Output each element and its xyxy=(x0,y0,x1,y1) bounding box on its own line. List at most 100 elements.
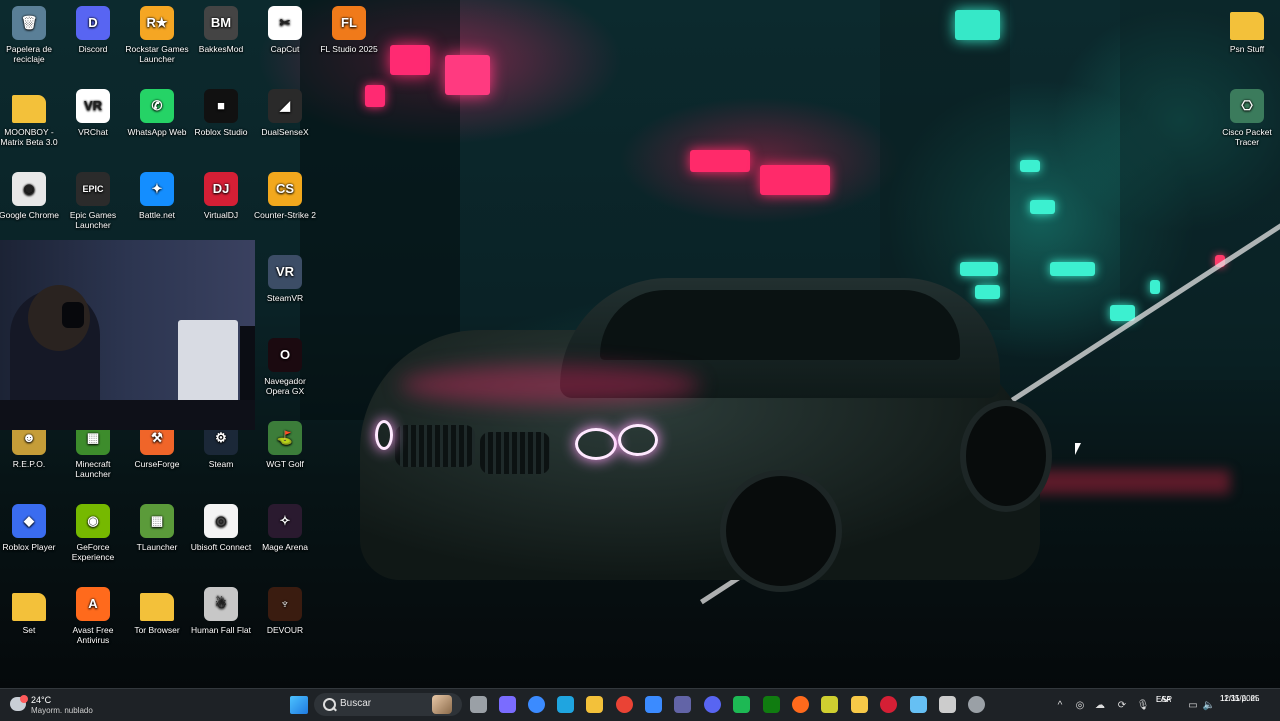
tray-app-icon[interactable]: ◎ xyxy=(1070,695,1090,715)
tray-sync-icon[interactable]: ⟳ xyxy=(1112,695,1132,715)
desktop-icon[interactable]: A Avast Free Antivirus xyxy=(61,587,125,645)
desktop-icon[interactable]: ◆ Roblox Player xyxy=(0,504,61,552)
winrar-icon[interactable] xyxy=(880,696,897,713)
teams-icon[interactable] xyxy=(674,696,691,713)
desktop-icon[interactable]: Tor Browser xyxy=(125,587,189,635)
widgets-icon[interactable] xyxy=(528,696,545,713)
folder-icon xyxy=(12,95,46,123)
desktop-icon-label: WhatsApp Web xyxy=(127,127,187,137)
ubisoft-icon: ◎ xyxy=(204,504,238,538)
desktop-icon[interactable]: D Discord xyxy=(61,6,125,54)
roblox-studio-icon: ■ xyxy=(204,89,238,123)
desktop-icon-label: MOONBOY - Matrix Beta 3.0 xyxy=(0,127,58,147)
avast-icon: A xyxy=(76,587,110,621)
desktop-icon[interactable]: 🗑 Papelera de reciclaje xyxy=(0,6,61,64)
desktop-icon[interactable]: R★ Rockstar Games Launcher xyxy=(125,6,189,64)
edge-icon[interactable] xyxy=(557,696,574,713)
search-box[interactable]: Buscar xyxy=(314,693,462,716)
webcam-overlay xyxy=(0,240,255,430)
tray-cloud-icon[interactable]: ☁ xyxy=(1090,695,1110,715)
copilot-icon[interactable] xyxy=(499,696,516,713)
start-icon[interactable] xyxy=(290,696,308,714)
language-line2: LAA xyxy=(1156,695,1172,704)
desktop-icon[interactable]: FL FL Studio 2025 xyxy=(317,6,381,54)
desktop-icon[interactable]: ◢ DualSenseX xyxy=(253,89,317,137)
desktop-icon-label: BakkesMod xyxy=(198,44,244,54)
desktop-icon[interactable]: ⛳ WGT Golf xyxy=(253,421,317,469)
desktop-icon-label: CurseForge xyxy=(134,459,180,469)
desktop-icon-label: DualSenseX xyxy=(261,127,309,137)
desktop-icon-label: CapCut xyxy=(270,44,300,54)
spotify-icon[interactable] xyxy=(733,696,750,713)
desktop-icon[interactable]: ✧ Mage Arena xyxy=(253,504,317,552)
desktop-icon[interactable]: ☃ Human Fall Flat xyxy=(189,587,253,635)
discord-icon[interactable] xyxy=(704,696,721,713)
capcut-icon: ✂ xyxy=(268,6,302,40)
roblox-player-icon: ◆ xyxy=(12,504,46,538)
weather-desc: Mayorm. nublado xyxy=(31,706,93,715)
desktop-icon[interactable]: DJ VirtualDJ xyxy=(189,172,253,220)
folder-icon xyxy=(12,593,46,621)
desktop-icon[interactable]: ▦ TLauncher xyxy=(125,504,189,552)
taskbar: 24°C Mayorm. nublado Buscar ^ ◎ ☁ ⟳ 🎙 ES… xyxy=(0,688,1280,721)
store-icon[interactable] xyxy=(645,696,662,713)
desktop-icon[interactable]: ◎ Ubisoft Connect xyxy=(189,504,253,552)
desktop-icon-label: DEVOUR xyxy=(266,625,304,635)
desktop-icon[interactable]: ✦ Battle.net xyxy=(125,172,189,220)
rockstar-icon: R★ xyxy=(140,6,174,40)
desktop-icon-label: WGT Golf xyxy=(266,459,304,469)
mage-arena-icon: ✧ xyxy=(268,504,302,538)
chrome-icon[interactable] xyxy=(616,696,633,713)
desktop-icon[interactable]: ⎔ Cisco Packet Tracer xyxy=(1215,89,1279,147)
desktop-icon[interactable]: VR SteamVR xyxy=(253,255,317,303)
desktop-icon-label: Google Chrome xyxy=(0,210,59,220)
desktop-icon[interactable]: EPIC Epic Games Launcher xyxy=(61,172,125,230)
desktop-icon[interactable]: ■ Roblox Studio xyxy=(189,89,253,137)
desktop-icon[interactable]: O Navegador Opera GX xyxy=(253,338,317,396)
desktop-icon-label: Roblox Studio xyxy=(194,127,248,137)
desktop-icon-label: Navegador Opera GX xyxy=(264,376,306,396)
desktop-icon[interactable]: ♆ DEVOUR xyxy=(253,587,317,635)
file-explorer-icon[interactable] xyxy=(586,696,603,713)
dot-icon[interactable] xyxy=(851,696,868,713)
desktop-icon[interactable]: ✂ CapCut xyxy=(253,6,317,54)
settings-icon[interactable] xyxy=(968,696,985,713)
desktop-icon[interactable]: ◉ GeForce Experience xyxy=(61,504,125,562)
desktop-icon[interactable]: Psn Stuff xyxy=(1215,6,1279,54)
desktop-icon[interactable]: ✆ WhatsApp Web xyxy=(125,89,189,137)
volume-icon[interactable]: 🔈 xyxy=(1199,695,1219,715)
chrome-icon: ◉ xyxy=(12,172,46,206)
desktop-icon[interactable]: ◉ Google Chrome xyxy=(0,172,61,220)
desktop-icon[interactable]: MOONBOY - Matrix Beta 3.0 xyxy=(0,89,61,147)
desktop-icon[interactable]: VR VRChat xyxy=(61,89,125,137)
microphone-icon[interactable]: 🎙 xyxy=(1133,695,1153,715)
desktop-icon-label: Minecraft Launcher xyxy=(75,459,111,479)
desktop-icon[interactable]: Set xyxy=(0,587,61,635)
obs-icon[interactable] xyxy=(939,696,956,713)
desktop-icon-label: Discord xyxy=(78,44,108,54)
desktop-icon-label: Tor Browser xyxy=(134,625,180,635)
avast-icon[interactable] xyxy=(792,696,809,713)
devour-icon: ♆ xyxy=(268,587,302,621)
desktop-icon-label: SteamVR xyxy=(266,293,304,303)
virtualdj-icon: DJ xyxy=(204,172,238,206)
opera-icon[interactable] xyxy=(821,696,838,713)
task-view-icon[interactable] xyxy=(470,696,487,713)
desktop-icon[interactable]: BM BakkesMod xyxy=(189,6,253,54)
desktop-icon-label: Epic Games Launcher xyxy=(69,210,117,230)
desktop-icon-label: Battle.net xyxy=(139,210,175,220)
steam-icon[interactable] xyxy=(910,696,927,713)
opera-gx-icon: O xyxy=(268,338,302,372)
desktop-icon[interactable]: CS Counter-Strike 2 xyxy=(253,172,317,220)
weather-widget[interactable]: 24°C Mayorm. nublado xyxy=(8,693,118,717)
recycle-bin-icon: 🗑 xyxy=(12,6,46,40)
mouse-cursor xyxy=(1075,443,1081,455)
cs2-icon: CS xyxy=(268,172,302,206)
vrchat-icon: VR xyxy=(76,89,110,123)
desktop-icon-label: Mage Arena xyxy=(262,542,308,552)
desktop-icon-label: Steam xyxy=(208,459,234,469)
tray-chevron-icon[interactable]: ^ xyxy=(1050,695,1070,715)
dualsensex-icon: ◢ xyxy=(268,89,302,123)
desktop-icon-label: Rockstar Games Launcher xyxy=(125,44,189,64)
xbox-icon[interactable] xyxy=(763,696,780,713)
